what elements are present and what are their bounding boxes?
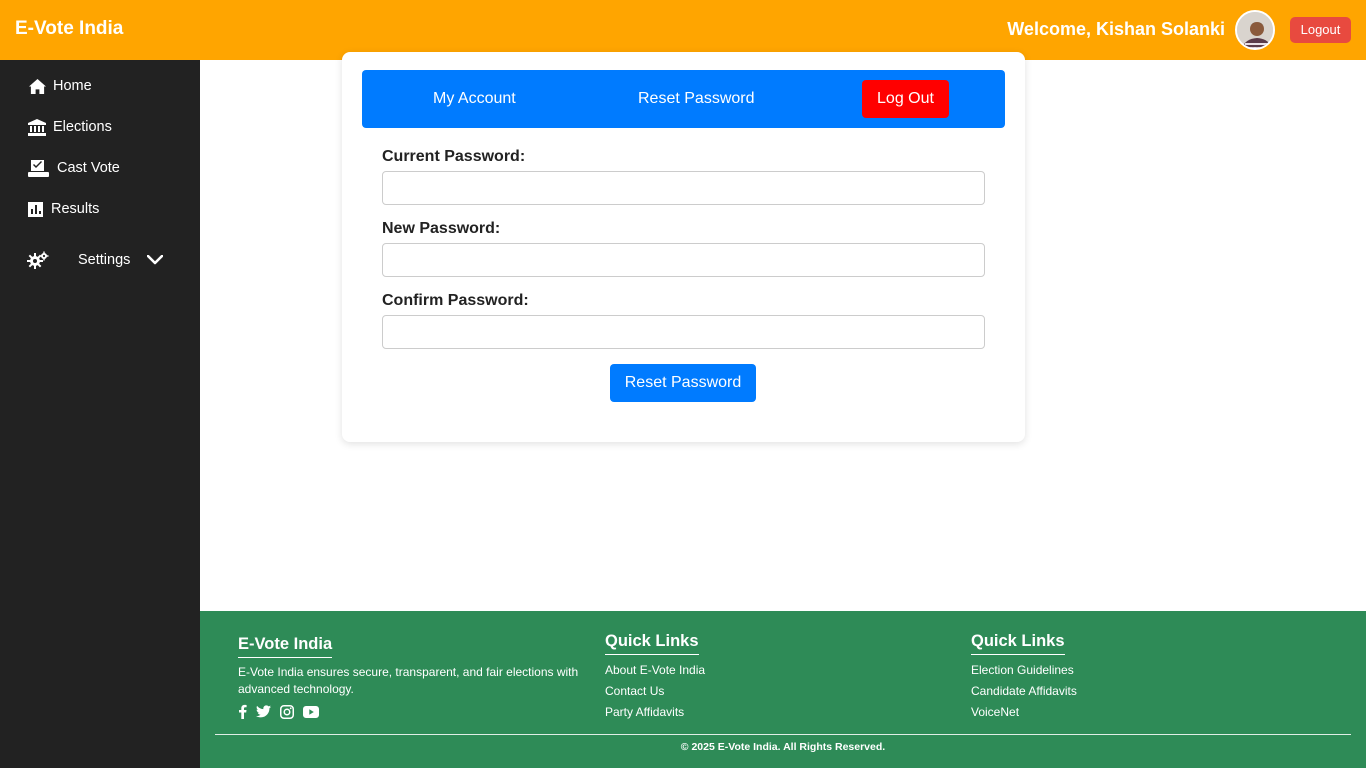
- logout-button[interactable]: Logout: [1290, 17, 1351, 43]
- sidebar-item-label: Results: [51, 201, 100, 217]
- footer-quick-links-title-2: Quick Links: [971, 632, 1065, 655]
- gears-icon: [27, 251, 49, 269]
- brand-logo[interactable]: E-Vote India: [15, 18, 123, 40]
- tab-my-account[interactable]: My Account: [433, 90, 516, 108]
- welcome-text: Welcome, Kishan Solanki: [1007, 19, 1225, 39]
- sidebar-item-label: Home: [53, 78, 92, 94]
- footer-link-voicenet[interactable]: VoiceNet: [971, 705, 1019, 719]
- footer-link-election-guidelines[interactable]: Election Guidelines: [971, 663, 1074, 677]
- tab-reset-password[interactable]: Reset Password: [638, 90, 755, 108]
- instagram-icon[interactable]: [280, 704, 294, 719]
- avatar[interactable]: [1235, 10, 1275, 50]
- current-password-label: Current Password:: [382, 148, 526, 165]
- sidebar-item-elections[interactable]: Elections: [27, 115, 112, 139]
- footer-link-candidate-affidavits[interactable]: Candidate Affidavits: [971, 684, 1077, 698]
- confirm-password-input[interactable]: [382, 315, 985, 349]
- top-header: E-Vote India Welcome, Kishan Solanki Log…: [0, 0, 1366, 60]
- reset-password-button[interactable]: Reset Password: [610, 364, 756, 402]
- home-icon: [27, 77, 47, 95]
- footer-link-contact[interactable]: Contact Us: [605, 684, 664, 698]
- sidebar-item-label: Elections: [53, 119, 112, 135]
- new-password-input[interactable]: [382, 243, 985, 277]
- youtube-icon[interactable]: [303, 705, 319, 718]
- footer-about-text: E-Vote India ensures secure, transparent…: [238, 665, 579, 696]
- footer-about-title: E-Vote India: [238, 635, 333, 658]
- new-password-label: New Password:: [382, 220, 501, 237]
- sidebar-item-results[interactable]: Results: [27, 197, 99, 221]
- sidebar-item-cast-vote[interactable]: Cast Vote: [27, 156, 120, 180]
- chevron-down-icon: [147, 255, 164, 265]
- footer-link-about[interactable]: About E-Vote India: [605, 663, 705, 677]
- bank-icon: [27, 118, 47, 136]
- tab-log-out-button[interactable]: Log Out: [862, 80, 949, 118]
- footer-divider: [215, 734, 1351, 735]
- footer-link-party-affidavits[interactable]: Party Affidavits: [605, 705, 684, 719]
- sidebar: Home Elections Cast Vote Results Setting…: [0, 60, 200, 768]
- chart-icon: [27, 200, 43, 218]
- copyright-text: © 2025 E-Vote India. All Rights Reserved…: [680, 741, 886, 753]
- vote-icon: [27, 159, 49, 177]
- twitter-icon[interactable]: [256, 705, 271, 718]
- sidebar-item-label: Cast Vote: [57, 160, 120, 176]
- sidebar-item-settings[interactable]: Settings: [27, 248, 167, 272]
- facebook-icon[interactable]: [238, 704, 247, 719]
- social-links: [238, 704, 319, 719]
- current-password-input[interactable]: [382, 171, 985, 205]
- sidebar-item-home[interactable]: Home: [27, 74, 92, 98]
- sidebar-item-label: Settings: [78, 252, 131, 268]
- user-photo-icon: [1237, 12, 1273, 48]
- confirm-password-label: Confirm Password:: [382, 292, 529, 309]
- footer: E-Vote India E-Vote India ensures secure…: [200, 611, 1366, 768]
- footer-quick-links-title-1: Quick Links: [605, 632, 699, 655]
